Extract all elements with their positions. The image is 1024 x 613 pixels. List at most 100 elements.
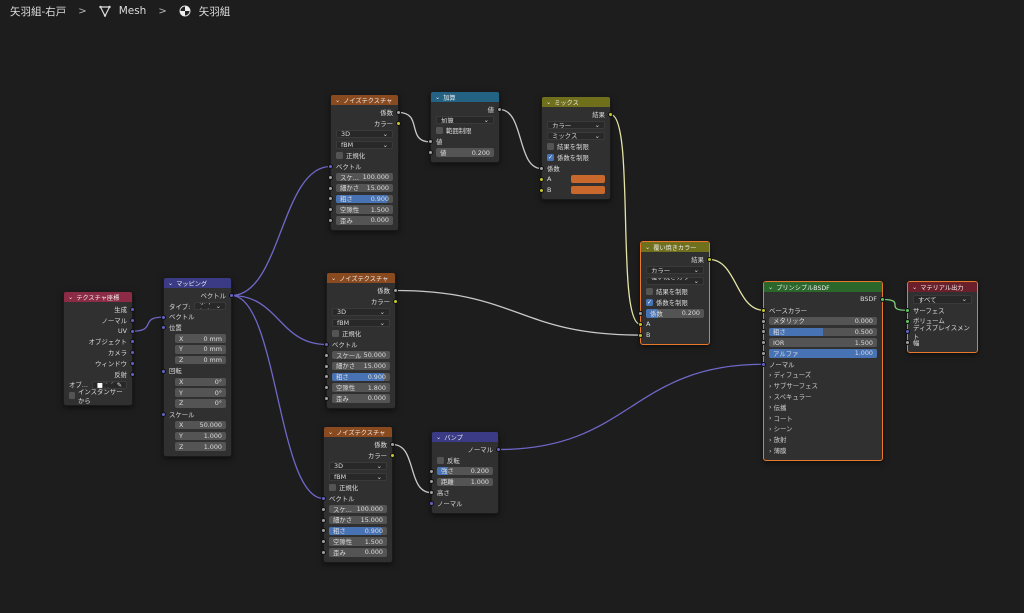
vector-socket[interactable] (161, 314, 166, 320)
vector-socket[interactable] (328, 163, 333, 169)
vector-socket[interactable] (905, 329, 910, 335)
float-socket[interactable] (328, 174, 333, 180)
float-socket[interactable] (761, 350, 766, 356)
color-socket[interactable] (638, 332, 643, 338)
collapse-chevron-icon[interactable]: ⌄ (435, 94, 440, 101)
node-row-panel[interactable]: › スペキュラー (764, 391, 882, 402)
checkbox[interactable] (332, 330, 339, 338)
float-socket[interactable] (328, 185, 333, 191)
node-noise3[interactable]: ⌄ ノイズテクスチャ 係数 カラー 3D ⌄ fBM ⌄ 正規化 ベクトル スケ... 100.000… (321, 426, 395, 563)
dropdown[interactable]: fBM ⌄ (329, 472, 387, 482)
number-field[interactable]: Z 1.000 (175, 442, 226, 451)
dropdown[interactable]: 覆い焼きカラー⌄ (646, 276, 704, 286)
number-field[interactable]: Z 0 mm (175, 355, 226, 365)
float-socket[interactable] (321, 506, 326, 512)
float-socket[interactable] (761, 329, 766, 335)
dropdown[interactable]: ミックス ⌄ (547, 131, 605, 141)
collapse-chevron-icon[interactable]: ⌄ (546, 99, 551, 106)
float-socket[interactable] (638, 310, 643, 316)
node-mix[interactable]: ⌄ ミックス 結果 カラー ⌄ ミックス ⌄ 結果を制限 ✓ 係数を制限 係数 A B (539, 96, 613, 201)
collapse-chevron-icon[interactable]: ⌄ (436, 434, 441, 441)
number-field[interactable]: 値 0.200 (436, 148, 494, 157)
number-field[interactable]: 係数 0.200 (646, 309, 704, 318)
node-row-panel[interactable]: › コート (764, 413, 882, 424)
number-field[interactable]: Z 0° (175, 399, 226, 408)
number-field[interactable]: X 50.000 (175, 420, 226, 430)
float-socket[interactable] (321, 517, 326, 523)
float-socket[interactable] (428, 139, 433, 145)
vector-socket[interactable] (130, 339, 135, 345)
collapse-chevron-icon[interactable]: ⌄ (68, 294, 73, 301)
number-field[interactable]: Y 1.000 (175, 431, 226, 440)
float-socket[interactable] (905, 340, 910, 346)
number-field[interactable]: IOR 1.500 (769, 338, 877, 347)
checkbox[interactable] (547, 143, 554, 151)
node-mapping[interactable]: ⌄マッピングベクトルタイプ:ポイント⌄ベクトル位置X0 mmY0 mmZ0 mm… (161, 277, 234, 457)
number-field[interactable]: スケール 50.000 (332, 350, 390, 360)
vector-socket[interactable] (324, 341, 329, 347)
float-socket[interactable] (396, 110, 401, 115)
collapse-chevron-icon[interactable]: ⌄ (168, 280, 173, 287)
vector-socket[interactable] (161, 411, 166, 417)
node-header[interactable]: ⌄ マッピング (164, 278, 231, 288)
dropdown[interactable]: fBM ⌄ (336, 140, 393, 150)
number-field[interactable]: 歪み 0.000 (329, 548, 387, 557)
vector-socket[interactable] (496, 447, 501, 452)
dropdown[interactable]: 3D ⌄ (336, 129, 393, 139)
checkbox[interactable] (437, 456, 444, 464)
float-socket[interactable] (497, 107, 502, 112)
float-socket[interactable] (539, 165, 544, 171)
float-socket[interactable] (321, 528, 326, 534)
shader-socket[interactable] (905, 318, 910, 324)
color-socket[interactable] (539, 187, 544, 193)
node-output[interactable]: ⌄ マテリアル出力 すべて ⌄ サーフェス ボリューム ディスプレイスメント幅 (905, 281, 978, 353)
vector-socket[interactable] (130, 328, 135, 334)
vector-socket[interactable] (761, 361, 766, 367)
float-socket[interactable] (429, 490, 434, 496)
node-header[interactable]: ⌄ マテリアル出力 (908, 282, 977, 292)
collapse-chevron-icon[interactable]: ⌄ (768, 284, 773, 291)
number-field[interactable]: X 0° (175, 377, 226, 387)
vector-socket[interactable] (130, 317, 135, 323)
node-header[interactable]: ⌄ ノイズテクスチャ (331, 95, 398, 105)
float-socket[interactable] (328, 196, 333, 202)
node-header[interactable]: ⌄ プリンシプルBSDF (764, 282, 882, 292)
dropdown[interactable]: すべて ⌄ (913, 295, 972, 304)
node-header[interactable]: ⌄ ミックス (542, 97, 610, 107)
node-noise1[interactable]: ⌄ ノイズテクスチャ 係数 カラー 3D ⌄ fBM ⌄ 正規化 ベクトル スケ... 100.000… (328, 94, 401, 231)
float-socket[interactable] (393, 288, 398, 293)
number-field[interactable]: 強さ 0.200 (437, 466, 493, 476)
node-dodge[interactable]: ⌄覆い焼きカラー結果カラー⌄覆い焼きカラー⌄結果を制限✓係数を制限係数0.200… (638, 241, 712, 346)
node-header[interactable]: ⌄ テクスチャ座標 (64, 292, 132, 302)
node-bump[interactable]: ⌄ バンプ ノーマル 反転 強さ 0.200 距離 1.000 高さ ノーマル (429, 431, 501, 514)
node-header[interactable]: ⌄ バンプ (432, 432, 498, 442)
vector-socket[interactable] (321, 495, 326, 501)
node-row-panel[interactable]: › ディフューズ (764, 370, 882, 381)
color-swatch[interactable] (571, 175, 605, 184)
node-row-panel[interactable]: › 伝播 (764, 402, 882, 413)
float-socket[interactable] (429, 479, 434, 485)
color-socket[interactable] (761, 307, 766, 313)
breadcrumb-mesh[interactable]: Mesh (119, 5, 147, 17)
dropdown[interactable]: カラー ⌄ (646, 265, 704, 275)
node-bsdf[interactable]: ⌄ プリンシプルBSDF BSDF ベースカラー メタリック 0.000 粗さ 0.500 IO… (761, 281, 885, 461)
dropdown[interactable]: 3D ⌄ (332, 307, 390, 317)
node-row-panel[interactable]: › サブサーフェス (764, 380, 882, 391)
number-field[interactable]: Y 0 mm (175, 345, 226, 354)
dropdown[interactable]: fBM ⌄ (332, 318, 390, 328)
collapse-chevron-icon[interactable]: ⌄ (331, 275, 336, 282)
number-field[interactable]: スケ... 100.000 (336, 172, 393, 182)
number-field[interactable]: 粗さ 0.500 (769, 327, 877, 337)
float-socket[interactable] (390, 442, 395, 447)
color-socket[interactable] (638, 321, 643, 327)
collapse-chevron-icon[interactable]: ⌄ (645, 244, 650, 251)
color-socket[interactable] (396, 120, 401, 126)
breadcrumb-material[interactable]: 矢羽組 (199, 4, 231, 19)
number-field[interactable]: 粗さ 0.900 (332, 372, 390, 382)
color-socket[interactable] (539, 176, 544, 182)
number-field[interactable]: X 0 mm (175, 334, 226, 343)
dropdown[interactable]: 加算 ⌄ (436, 115, 494, 125)
vector-socket[interactable] (130, 371, 135, 377)
node-texcoord[interactable]: ⌄ テクスチャ座標 生成 ノーマル UV オブジェクト カメラ ウィンドウ 反射 オブ... ■ オブ… (63, 291, 135, 407)
breadcrumb-object[interactable]: 矢羽組-右戸 (10, 4, 66, 19)
